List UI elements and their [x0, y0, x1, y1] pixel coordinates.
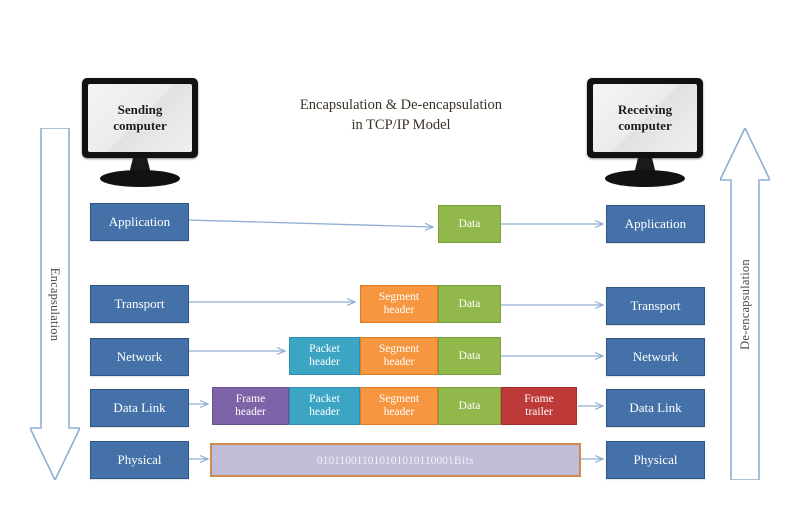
- sidebar-item-application-left[interactable]: Application: [90, 203, 189, 241]
- sidebar-item-network-left[interactable]: Network: [90, 338, 189, 376]
- layer-label: Physical: [633, 452, 678, 467]
- pdu-cell-text-line-2: header: [383, 356, 415, 368]
- pdu-cell-frame-trailer[interactable]: Frame trailer: [501, 387, 577, 425]
- pdu-cell-text-line-1: Packet: [309, 343, 340, 356]
- pdu-cell-frame-header[interactable]: Frame header: [212, 387, 289, 425]
- pdu-cell-text-line-2: header: [383, 406, 415, 418]
- pdu-cell-text-line-2: trailer: [525, 406, 553, 418]
- pdu-cell-text: Data: [458, 399, 481, 412]
- pdu-cell-segment-header[interactable]: Segment header: [360, 387, 438, 425]
- sidebar-item-physical-left[interactable]: Physical: [90, 441, 189, 479]
- pdu-cell-data[interactable]: Data: [438, 205, 501, 243]
- pdu-cell-text-line-2: header: [309, 406, 340, 418]
- pdu-cell-text: Frame trailer: [524, 393, 553, 418]
- layer-label: Data Link: [629, 400, 682, 415]
- flow-arrows: [0, 0, 800, 515]
- pdu-cell-text: Data: [458, 217, 481, 230]
- sidebar-item-transport-left[interactable]: Transport: [90, 285, 189, 323]
- pdu-cell-text: Segment header: [379, 343, 419, 368]
- pdu-cell-packet-header[interactable]: Packet header: [289, 387, 360, 425]
- diagram-canvas: Encapsulation & De-encapsulation in TCP/…: [0, 0, 800, 515]
- sidebar-item-application-right[interactable]: Application: [606, 205, 705, 243]
- layer-label: Transport: [114, 296, 165, 311]
- pdu-cell-text-line-1: Segment: [378, 343, 420, 356]
- layer-label: Transport: [630, 298, 681, 313]
- sidebar-item-transport-right[interactable]: Transport: [606, 287, 705, 325]
- pdu-cell-data[interactable]: Data: [438, 285, 501, 323]
- pdu-cell-text-line-1: Packet: [309, 393, 340, 406]
- layer-label: Network: [632, 349, 679, 364]
- pdu-cell-text-line-1: Frame: [524, 393, 554, 406]
- pdu-cell-segment-header[interactable]: Segment header: [360, 337, 438, 375]
- layer-label: Application: [108, 214, 171, 229]
- pdu-cell-text: Packet header: [309, 343, 340, 368]
- pdu-cell-text: Packet header: [309, 393, 340, 418]
- pdu-cell-text: Segment header: [379, 291, 419, 316]
- pdu-row-transport: Segment header Data: [360, 285, 501, 323]
- pdu-cell-text: Data: [458, 349, 481, 362]
- sidebar-item-network-right[interactable]: Network: [606, 338, 705, 376]
- layer-label: Network: [116, 349, 163, 364]
- pdu-cell-data[interactable]: Data: [438, 337, 501, 375]
- sidebar-item-datalink-right[interactable]: Data Link: [606, 389, 705, 427]
- pdu-cell-text-line-2: header: [383, 304, 415, 316]
- pdu-cell-text: Frame header: [235, 393, 266, 418]
- sidebar-item-datalink-left[interactable]: Data Link: [90, 389, 189, 427]
- bits-label: 01011001101010101011000١Bits: [316, 455, 475, 467]
- pdu-row-application: Data: [438, 205, 501, 243]
- pdu-row-physical-bits[interactable]: 01011001101010101011000١Bits: [210, 443, 581, 477]
- pdu-cell-data[interactable]: Data: [438, 387, 501, 425]
- pdu-cell-segment-header[interactable]: Segment header: [360, 285, 438, 323]
- pdu-cell-text-line-1: Frame: [235, 393, 266, 406]
- pdu-cell-text-line-1: Segment: [378, 393, 420, 406]
- layer-label: Data Link: [113, 400, 166, 415]
- sidebar-item-physical-right[interactable]: Physical: [606, 441, 705, 479]
- pdu-cell-text-line-2: header: [235, 406, 266, 418]
- pdu-cell-text-line-1: Segment: [378, 291, 420, 304]
- pdu-cell-text: Data: [458, 297, 481, 310]
- pdu-row-datalink: Frame header Packet header Segment heade…: [212, 387, 577, 425]
- pdu-cell-text: Segment header: [379, 393, 419, 418]
- layer-label: Physical: [117, 452, 162, 467]
- layer-label: Application: [624, 216, 687, 231]
- pdu-row-network: Packet header Segment header Data: [289, 337, 501, 375]
- pdu-cell-packet-header[interactable]: Packet header: [289, 337, 360, 375]
- pdu-cell-text-line-2: header: [309, 356, 340, 368]
